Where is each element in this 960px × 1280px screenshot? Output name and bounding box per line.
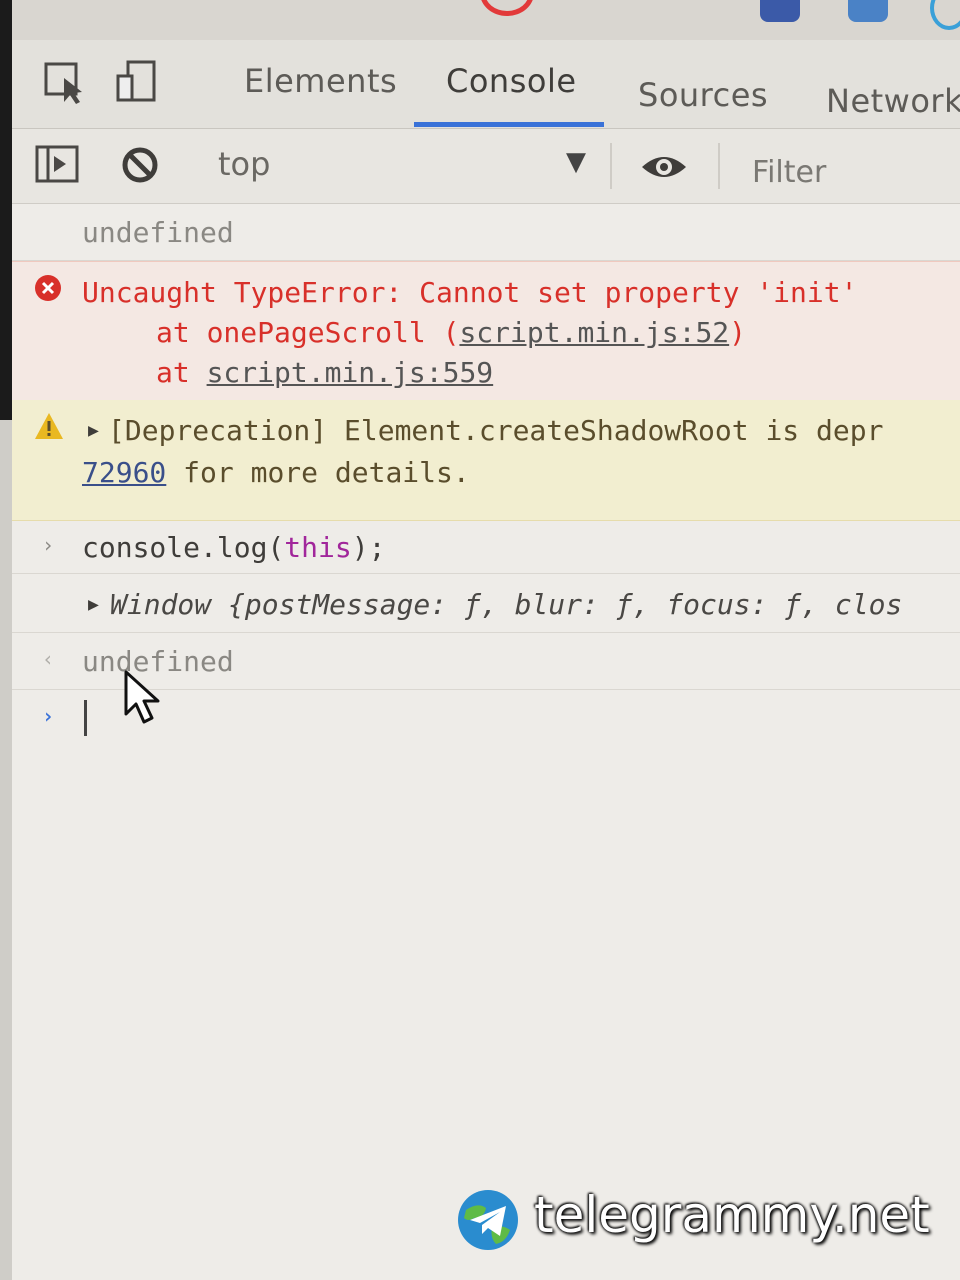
keyword-text: this: [284, 531, 352, 564]
warning-message-cont: 72960 for more details.: [82, 456, 470, 489]
error-stack-line: at script.min.js:559: [156, 356, 493, 389]
show-sidebar-icon[interactable]: [34, 141, 82, 189]
watermark: telegrammy.net: [456, 1186, 946, 1254]
execution-context-select[interactable]: top: [218, 145, 270, 183]
devtools-panel: Elements Console Sources Network top ▼ F…: [12, 40, 960, 1280]
console-output: undefined Uncaught TypeError: Cannot set…: [12, 204, 960, 1280]
toolbar-divider: [718, 143, 720, 189]
code-text: );: [351, 531, 386, 564]
extension-icon[interactable]: [930, 0, 960, 30]
chevron-down-icon[interactable]: ▼: [566, 147, 586, 177]
mouse-pointer-icon: [124, 670, 160, 724]
expand-triangle-icon[interactable]: ▶: [88, 420, 99, 441]
live-expression-eye-icon[interactable]: [640, 143, 688, 191]
extension-icon[interactable]: [848, 0, 888, 22]
source-link[interactable]: script.min.js:559: [207, 356, 494, 389]
browser-top-strip: [0, 0, 960, 40]
telegram-globe-icon: [458, 1190, 518, 1250]
tab-console[interactable]: Console: [446, 62, 577, 100]
stack-text: at onePageScroll (: [156, 316, 460, 349]
console-message-error: Uncaught TypeError: Cannot set property …: [12, 261, 960, 401]
window-object-preview[interactable]: Window {postMessage: ƒ, blur: ƒ, focus: …: [110, 588, 902, 621]
active-tab-indicator: [414, 122, 604, 127]
screen-bezel: [0, 0, 12, 1280]
clear-console-icon[interactable]: [116, 141, 164, 189]
prompt-chevron-icon: ›: [42, 704, 55, 728]
devtools-tab-bar: Elements Console Sources Network: [12, 40, 960, 129]
stack-text: at: [156, 356, 207, 389]
console-message-input: › console.log(this);: [12, 521, 960, 574]
tab-sources[interactable]: Sources: [638, 76, 768, 114]
console-message-log: ▶ Window {postMessage: ƒ, blur: ƒ, focus…: [12, 574, 960, 633]
result-value: undefined: [82, 216, 234, 249]
extension-icon[interactable]: [480, 0, 534, 16]
filter-input[interactable]: Filter: [752, 155, 826, 190]
code-text: console.log(: [82, 531, 285, 564]
stack-text: ): [729, 316, 747, 349]
inspect-element-icon[interactable]: [42, 58, 90, 106]
watermark-text: telegrammy.net: [534, 1186, 930, 1244]
console-message-warning: ▶ [Deprecation] Element.createShadowRoot…: [12, 400, 960, 521]
text-cursor: [84, 700, 87, 736]
error-icon: [35, 275, 61, 301]
source-link[interactable]: script.min.js:52: [459, 316, 729, 349]
result-chevron-icon: ‹: [42, 647, 55, 671]
warning-message: [Deprecation] Element.createShadowRoot i…: [108, 414, 884, 447]
warning-text: for more details.: [166, 456, 470, 489]
expand-triangle-icon[interactable]: ▶: [88, 594, 99, 615]
console-toolbar: top ▼ Filter: [12, 129, 960, 204]
device-toolbar-icon[interactable]: [114, 58, 162, 106]
warning-link[interactable]: 72960: [82, 456, 166, 489]
toolbar-divider: [610, 143, 612, 189]
tab-elements[interactable]: Elements: [244, 62, 397, 100]
input-chevron-icon: ›: [42, 533, 55, 557]
extension-icon[interactable]: [760, 0, 800, 22]
warning-icon: [35, 413, 63, 439]
error-stack-line: at onePageScroll (script.min.js:52): [156, 316, 746, 349]
tab-network[interactable]: Network: [826, 82, 960, 120]
error-message: Uncaught TypeError: Cannot set property …: [82, 276, 858, 309]
console-message-result: undefined: [12, 204, 960, 261]
input-command: console.log(this);: [82, 531, 385, 564]
